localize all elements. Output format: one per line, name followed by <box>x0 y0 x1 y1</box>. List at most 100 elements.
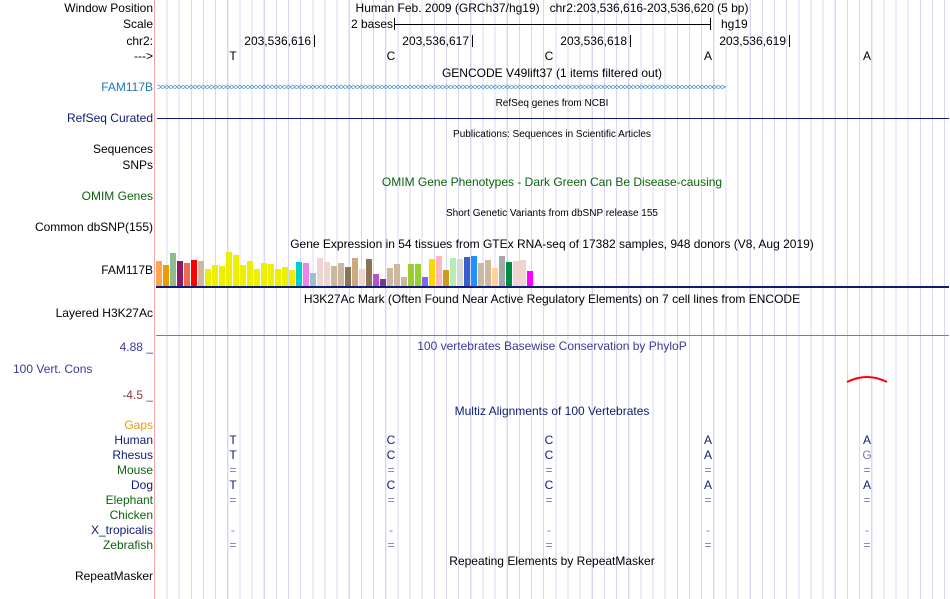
dbsnp-track-label[interactable]: Common dbSNP(155) <box>35 220 153 234</box>
gtex-tissue-bar[interactable] <box>457 259 463 286</box>
alignment-base: = <box>387 493 395 507</box>
gtex-tissue-bar[interactable] <box>471 256 477 286</box>
gtex-tissue-bar[interactable] <box>240 265 246 286</box>
gtex-tissue-bar[interactable] <box>156 261 162 286</box>
gtex-tissue-bar[interactable] <box>198 261 204 286</box>
alignment-base: = <box>387 538 395 552</box>
gtex-tissue-bar[interactable] <box>261 263 267 286</box>
gtex-tissue-bar[interactable] <box>282 267 288 286</box>
h3k27ac-track-label[interactable]: Layered H3K27Ac <box>56 306 153 320</box>
species-label-chicken[interactable]: Chicken <box>110 508 153 522</box>
gtex-tissue-bar[interactable] <box>219 266 225 286</box>
alignment-base: - <box>865 523 869 537</box>
gaps-label: Gaps <box>124 418 153 432</box>
gtex-tissue-bar[interactable] <box>247 261 253 286</box>
species-label-zebrafish[interactable]: Zebrafish <box>103 538 153 552</box>
gtex-tissue-bar[interactable] <box>191 260 197 286</box>
gtex-tissue-bar[interactable] <box>310 273 316 286</box>
gtex-tissue-bar[interactable] <box>163 265 169 286</box>
alignment-base: = <box>863 493 871 507</box>
gtex-title: Gene Expression in 54 tissues from GTEx … <box>290 237 814 251</box>
gtex-tissue-bar[interactable] <box>303 263 309 286</box>
alignment-base: = <box>863 538 871 552</box>
alignment-base: = <box>545 538 553 552</box>
gtex-tissue-bar[interactable] <box>345 267 351 286</box>
gtex-tissue-bar[interactable] <box>387 268 393 286</box>
gtex-tissue-bar[interactable] <box>205 269 211 286</box>
gtex-track-label[interactable]: FAM117B <box>101 263 153 277</box>
gtex-tissue-bar[interactable] <box>338 263 344 286</box>
gtex-tissue-bar[interactable] <box>380 279 386 286</box>
gencode-gene-feature[interactable]: >>>>>>>>>>>>>>>>>>>>>>>>>>>>>>>>>>>>>>>>… <box>157 80 949 94</box>
gtex-tissue-bar[interactable] <box>212 265 218 286</box>
gtex-tissue-bar[interactable] <box>275 269 281 286</box>
scale-label: Scale <box>122 17 153 31</box>
gtex-tissue-bar[interactable] <box>464 257 470 286</box>
alignment-base: = <box>704 463 712 477</box>
ruler-position-2: 203,536,618 <box>560 34 627 48</box>
gtex-tissue-bar[interactable] <box>506 262 512 286</box>
repeatmasker-track-label[interactable]: RepeatMasker <box>75 569 153 583</box>
gtex-tissue-bar[interactable] <box>527 271 533 286</box>
ruler-position-0: 203,536,616 <box>244 34 311 48</box>
gencode-track-label[interactable]: FAM117B <box>101 80 153 94</box>
gtex-tissue-bar[interactable] <box>331 266 337 286</box>
gtex-tissue-bar[interactable] <box>401 277 407 286</box>
alignment-base: - <box>231 523 235 537</box>
gtex-tissue-bar[interactable] <box>394 264 400 286</box>
alignment-base: C <box>544 433 554 447</box>
refseq-track-label[interactable]: RefSeq Curated <box>67 111 153 125</box>
sequences-track-label[interactable]: Sequences <box>93 142 153 156</box>
cons-track-label[interactable]: 100 Vert. Cons <box>13 362 92 376</box>
omim-track-label[interactable]: OMIM Genes <box>82 189 153 203</box>
omim-title: OMIM Gene Phenotypes - Dark Green Can Be… <box>381 175 723 189</box>
gtex-tissue-bar[interactable] <box>289 270 295 286</box>
gtex-tissue-bar[interactable] <box>450 258 456 286</box>
gtex-tissue-bar[interactable] <box>359 269 365 286</box>
gtex-tissue-bar[interactable] <box>324 262 330 286</box>
species-label-elephant[interactable]: Elephant <box>106 493 153 507</box>
gtex-tissue-bar[interactable] <box>352 258 358 286</box>
gtex-tissue-bar[interactable] <box>408 264 414 286</box>
gtex-tissue-bar[interactable] <box>520 260 526 286</box>
alignment-base: = <box>229 463 237 477</box>
snps-track-label[interactable]: SNPs <box>122 158 153 172</box>
gtex-tissue-bar[interactable] <box>492 268 498 286</box>
gtex-tissue-bar[interactable] <box>373 274 379 286</box>
gtex-tissue-bar[interactable] <box>415 264 421 286</box>
gtex-tissue-bar[interactable] <box>233 255 239 286</box>
multiz-title: Multiz Alignments of 100 Vertebrates <box>454 404 650 418</box>
refseq-gene-feature[interactable] <box>157 118 949 119</box>
alignment-base: C <box>386 478 396 492</box>
gtex-tissue-bar[interactable] <box>485 260 491 286</box>
species-label-human[interactable]: Human <box>114 433 153 447</box>
ruler-position-3: 203,536,619 <box>719 34 786 48</box>
gtex-tissue-bar[interactable] <box>177 261 183 286</box>
gtex-tissue-bar[interactable] <box>226 252 232 286</box>
gtex-tissue-bar[interactable] <box>268 264 274 286</box>
species-label-mouse[interactable]: Mouse <box>117 463 153 477</box>
gtex-tissue-bar[interactable] <box>443 270 449 286</box>
gtex-tissue-bar[interactable] <box>317 258 323 286</box>
gtex-tissue-bar[interactable] <box>422 277 428 286</box>
alignment-base: A <box>862 478 872 492</box>
species-label-dog[interactable]: Dog <box>131 478 153 492</box>
gtex-tissue-bar[interactable] <box>254 269 260 286</box>
species-label-rhesus[interactable]: Rhesus <box>112 448 153 462</box>
gtex-tissue-bar[interactable] <box>478 263 484 286</box>
gtex-tissue-bar[interactable] <box>513 261 519 286</box>
gtex-tissue-bar[interactable] <box>429 259 435 286</box>
phylop-title: 100 vertebrates Basewise Conservation by… <box>417 339 687 353</box>
gtex-tissue-bar[interactable] <box>170 253 176 286</box>
gtex-tissue-bar[interactable] <box>436 256 442 286</box>
alignment-base: T <box>229 433 237 447</box>
strand-label: ---> <box>134 49 153 63</box>
alignment-base: C <box>544 478 554 492</box>
alignment-base: A <box>703 433 713 447</box>
species-label-x_tropicalis[interactable]: X_tropicalis <box>91 523 153 537</box>
gtex-tissue-bar[interactable] <box>499 256 505 286</box>
gtex-tissue-bar[interactable] <box>184 263 190 286</box>
gtex-tissue-bar[interactable] <box>366 259 372 286</box>
ruler-base: T <box>229 49 237 63</box>
gtex-tissue-bar[interactable] <box>296 262 302 286</box>
